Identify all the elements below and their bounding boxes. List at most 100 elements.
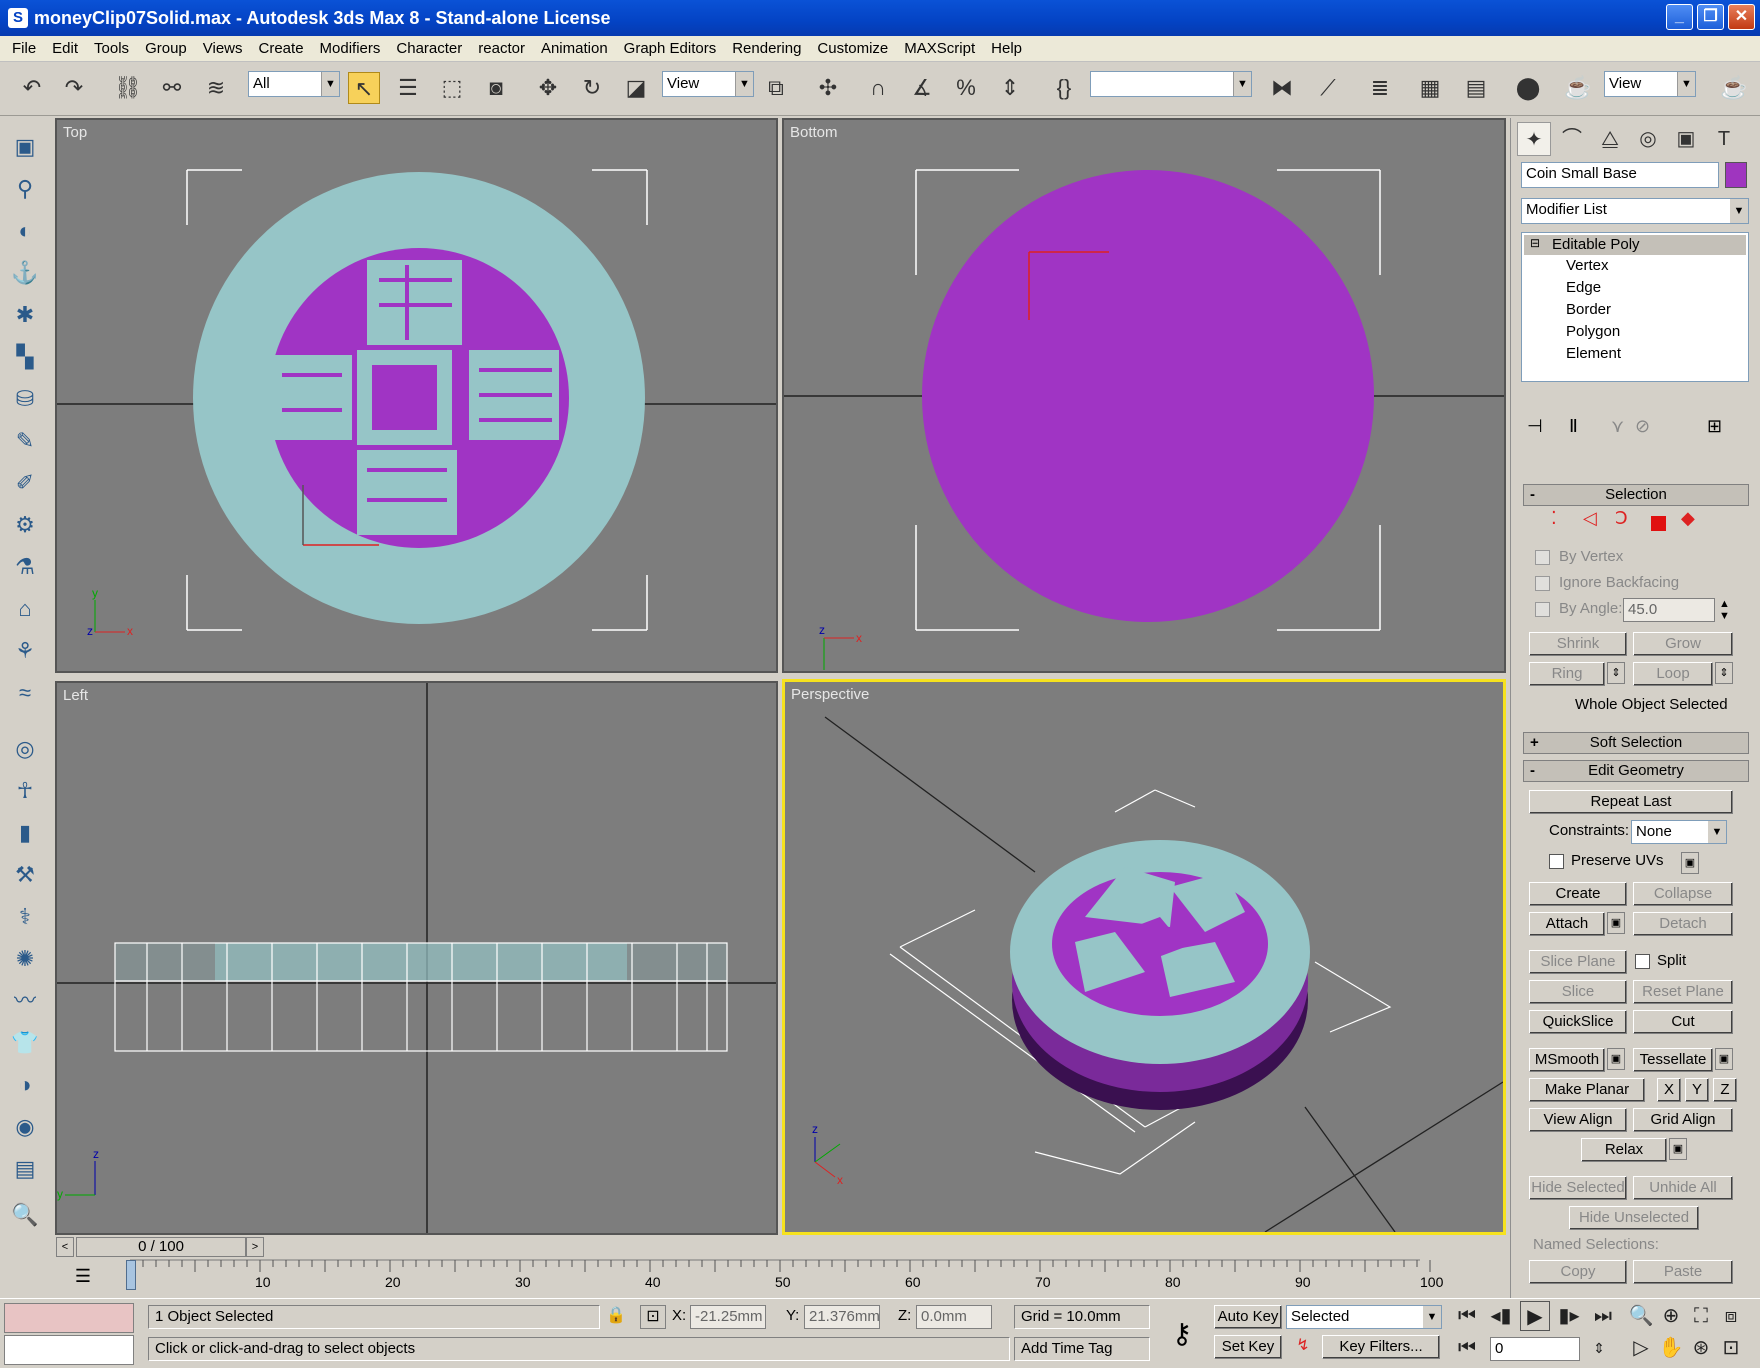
select-and-scale-icon[interactable]: ◪: [620, 72, 652, 104]
edit-geometry-rollout-header[interactable]: - Edit Geometry: [1523, 760, 1749, 782]
bones-icon[interactable]: ☥: [8, 774, 42, 808]
key-tangent-icon[interactable]: ↯: [1290, 1335, 1316, 1359]
slice-plane-button[interactable]: Slice Plane: [1529, 950, 1627, 974]
select-object-icon[interactable]: ↖: [348, 72, 380, 104]
repeat-last-button[interactable]: Repeat Last: [1529, 790, 1733, 814]
mirror-icon[interactable]: ⧓: [1266, 72, 1298, 104]
stack-item-polygon[interactable]: Polygon: [1566, 323, 1620, 340]
element-mode-icon[interactable]: ◆: [1681, 508, 1695, 529]
ring-button[interactable]: Ring: [1529, 662, 1605, 686]
go-to-end-icon[interactable]: ⏭: [1588, 1301, 1618, 1331]
align-icon[interactable]: ⟋: [1312, 72, 1344, 104]
lock-selection-icon[interactable]: 🔒: [606, 1305, 626, 1329]
planar-y-button[interactable]: Y: [1685, 1078, 1709, 1102]
menu-create[interactable]: Create: [251, 40, 312, 57]
view-align-button[interactable]: View Align: [1529, 1108, 1627, 1132]
planar-z-button[interactable]: Z: [1713, 1078, 1737, 1102]
auto-key-button[interactable]: Auto Key: [1214, 1305, 1282, 1329]
grid-align-button[interactable]: Grid Align: [1633, 1108, 1733, 1132]
angle-snap-icon[interactable]: ∡: [906, 72, 938, 104]
ignore-backfacing-checkbox[interactable]: [1535, 576, 1550, 591]
configure-modifier-sets-icon[interactable]: ⊞: [1707, 416, 1722, 437]
stack-item-edge[interactable]: Edge: [1566, 279, 1601, 296]
absolute-mode-icon[interactable]: ⊡: [640, 1305, 666, 1329]
menu-graph-editors[interactable]: Graph Editors: [616, 40, 725, 57]
spinner-snap-icon[interactable]: ⇕: [994, 72, 1026, 104]
attach-list-icon[interactable]: ▣: [1607, 912, 1625, 934]
unhide-all-button[interactable]: Unhide All: [1633, 1176, 1733, 1200]
particles-icon[interactable]: ✎: [8, 424, 42, 458]
selection-filter-dropdown[interactable]: All ▼: [248, 71, 340, 97]
pan-view-icon[interactable]: ✋: [1656, 1333, 1686, 1363]
reset-plane-button[interactable]: Reset Plane: [1633, 980, 1733, 1004]
ring-spinner-icon[interactable]: ⇕: [1607, 662, 1625, 684]
dynamics-icon[interactable]: ⚗: [8, 550, 42, 584]
by-vertex-checkbox[interactable]: [1535, 550, 1550, 565]
render-type-dropdown[interactable]: View ▼: [1604, 71, 1696, 97]
space-warps-icon[interactable]: ▚: [8, 340, 42, 374]
menu-modifiers[interactable]: Modifiers: [312, 40, 389, 57]
z-coordinate-field[interactable]: 0.0mm: [916, 1305, 992, 1329]
preserve-uvs-settings-icon[interactable]: ▣: [1681, 852, 1699, 874]
go-to-start-icon[interactable]: ⏮: [1452, 1301, 1482, 1331]
modifier-list-dropdown[interactable]: Modifier List ▼: [1521, 198, 1749, 224]
edge-mode-icon[interactable]: ◁: [1583, 508, 1597, 529]
stack-item-editable-poly[interactable]: ⊟ Editable Poly: [1524, 235, 1746, 255]
previous-frame-icon[interactable]: ◂▮: [1486, 1301, 1516, 1331]
planar-x-button[interactable]: X: [1657, 1078, 1681, 1102]
relax-settings-icon[interactable]: ▣: [1669, 1138, 1687, 1160]
tessellate-settings-icon[interactable]: ▣: [1715, 1048, 1733, 1070]
menu-customize[interactable]: Customize: [809, 40, 896, 57]
mini-curve-editor-icon[interactable]: ☰: [68, 1266, 98, 1292]
menu-maxscript[interactable]: MAXScript: [896, 40, 983, 57]
zoom-extents-icon[interactable]: ⛶: [1686, 1301, 1716, 1331]
select-and-move-icon[interactable]: ✥: [532, 72, 564, 104]
add-time-tag-field[interactable]: Add Time Tag: [1014, 1337, 1150, 1361]
zoom-extents-all-icon[interactable]: ⧈: [1716, 1301, 1746, 1331]
hide-selected-button[interactable]: Hide Selected: [1529, 1176, 1627, 1200]
key-mode-dropdown[interactable]: Selected ▼: [1286, 1305, 1442, 1329]
menu-file[interactable]: File: [4, 40, 44, 57]
menu-character[interactable]: Character: [388, 40, 470, 57]
quick-render-icon[interactable]: ☕: [1718, 72, 1750, 104]
doors-icon[interactable]: ⚘: [8, 634, 42, 668]
select-and-link-icon[interactable]: ⛓: [112, 72, 144, 104]
msmooth-settings-icon[interactable]: ▣: [1607, 1048, 1625, 1070]
pin-stack-icon[interactable]: ⊣: [1527, 416, 1543, 437]
remove-modifier-icon[interactable]: ⊘: [1635, 416, 1650, 437]
tessellate-button[interactable]: Tessellate: [1633, 1048, 1713, 1072]
maximize-button[interactable]: ❐: [1697, 4, 1724, 30]
selection-rollout-header[interactable]: - Selection: [1523, 484, 1749, 506]
maxscript-listener-mini[interactable]: [4, 1303, 134, 1333]
vertex-mode-icon[interactable]: ⁚: [1551, 508, 1557, 529]
lights-icon[interactable]: ◐: [8, 214, 42, 248]
object-name-field[interactable]: Coin Small Base: [1521, 162, 1719, 188]
cameras-icon[interactable]: ⚓: [8, 256, 42, 290]
hair-icon[interactable]: ⚕: [8, 900, 42, 934]
next-frame-icon[interactable]: >: [246, 1237, 264, 1257]
helpers-icon[interactable]: ✱: [8, 298, 42, 332]
minimize-button[interactable]: _: [1666, 4, 1693, 30]
polygon-mode-icon[interactable]: [1651, 516, 1666, 531]
edit-named-selection-icon[interactable]: {}: [1048, 72, 1080, 104]
copy-button[interactable]: Copy: [1529, 1260, 1627, 1284]
quickslice-button[interactable]: QuickSlice: [1529, 1010, 1627, 1034]
menu-views[interactable]: Views: [195, 40, 251, 57]
curve-editor-icon[interactable]: ▦: [1414, 72, 1446, 104]
play-icon[interactable]: ▶: [1520, 1301, 1550, 1331]
notepad-icon[interactable]: ▤: [8, 1152, 42, 1186]
menu-rendering[interactable]: Rendering: [724, 40, 809, 57]
layer-manager-icon[interactable]: ≣: [1364, 72, 1396, 104]
zoom-viewport-icon[interactable]: 🔍: [1626, 1301, 1656, 1331]
shirt-icon[interactable]: 👕: [8, 1026, 42, 1060]
paste-button[interactable]: Paste: [1633, 1260, 1733, 1284]
create-tab-icon[interactable]: ✦: [1517, 122, 1551, 156]
display-tab-icon[interactable]: ▣: [1669, 122, 1703, 156]
select-by-name-icon[interactable]: ☰: [392, 72, 424, 104]
border-mode-icon[interactable]: Ↄ: [1615, 508, 1628, 529]
hierarchy-tab-icon[interactable]: ⧋: [1593, 122, 1627, 156]
time-slider-thumb[interactable]: 0 / 100: [76, 1237, 246, 1257]
zoom-all-icon[interactable]: ⊕: [1656, 1301, 1686, 1331]
field-of-view-icon[interactable]: ▷: [1626, 1333, 1656, 1363]
menu-reactor[interactable]: reactor: [470, 40, 533, 57]
